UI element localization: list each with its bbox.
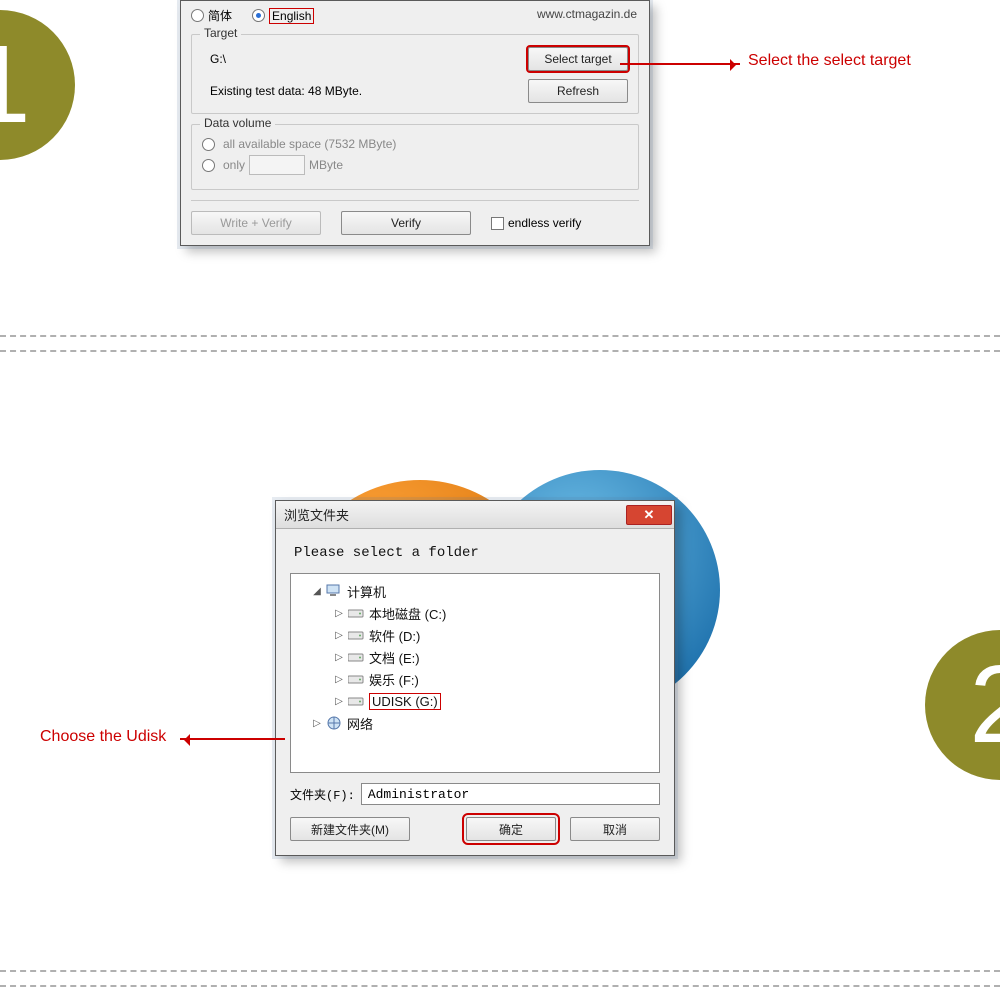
radio-icon: [202, 159, 215, 172]
tree-label: 计算机: [347, 582, 386, 601]
endless-verify-option[interactable]: endless verify: [491, 216, 581, 230]
dashed-separator: [0, 985, 1000, 987]
existing-data-label: Existing test data: 48 MByte.: [202, 84, 362, 98]
dashed-separator: [0, 350, 1000, 352]
step-badge-1: 1: [0, 10, 75, 160]
chevron-right-icon: ▷: [333, 630, 345, 641]
tree-label: 娱乐 (F:): [369, 670, 419, 689]
tree-label: 文档 (E:): [369, 648, 420, 667]
folder-input[interactable]: [361, 783, 660, 805]
folder-label: 文件夹(F):: [290, 786, 355, 803]
browse-folder-dialog: 浏览文件夹 ✕ Please select a folder ◢ 计算机 ▷: [275, 500, 675, 856]
close-button[interactable]: ✕: [626, 505, 672, 525]
new-folder-label: 新建文件夹(M): [311, 821, 389, 838]
folder-tree[interactable]: ◢ 计算机 ▷ 本地磁盘 (C:) ▷: [290, 573, 660, 773]
chevron-right-icon: ▷: [311, 718, 323, 729]
h2testw-window: www.ctmagazin.de 简体 English Target G:\ S…: [180, 0, 650, 246]
lang-english[interactable]: English: [252, 8, 314, 24]
drive-icon: [347, 649, 365, 665]
verify-button[interactable]: Verify: [341, 211, 471, 235]
checkbox-icon: [491, 217, 504, 230]
drive-icon: [347, 671, 365, 687]
select-target-label: Select target: [544, 52, 611, 66]
select-target-button[interactable]: Select target: [528, 47, 628, 71]
chevron-down-icon: ◢: [311, 586, 323, 597]
endless-verify-label: endless verify: [508, 216, 581, 230]
arrow-to-select-target: [620, 63, 740, 65]
refresh-button[interactable]: Refresh: [528, 79, 628, 103]
anno-choose-udisk: Choose the Udisk: [40, 728, 166, 746]
tree-node-drive-c[interactable]: ▷ 本地磁盘 (C:): [295, 602, 655, 624]
drive-icon: [347, 627, 365, 643]
step-number-2: 2: [969, 650, 1000, 760]
divider: [191, 200, 639, 201]
lang-simplified-label: 简体: [208, 7, 232, 24]
volume-legend: Data volume: [200, 116, 275, 130]
computer-icon: [325, 583, 343, 599]
tree-label: 软件 (D:): [369, 626, 420, 645]
ok-button[interactable]: 确定: [466, 817, 556, 841]
verify-label: Verify: [391, 216, 421, 230]
tree-node-drive-e[interactable]: ▷ 文档 (E:): [295, 646, 655, 668]
tree-node-drive-f[interactable]: ▷ 娱乐 (F:): [295, 668, 655, 690]
tree-label: UDISK (G:): [369, 693, 441, 710]
dialog-instruction: Please select a folder: [294, 545, 660, 561]
tree-node-drive-g-udisk[interactable]: ▷ UDISK (G:): [295, 690, 655, 712]
tree-node-computer[interactable]: ◢ 计算机: [295, 580, 655, 602]
tree-node-network[interactable]: ▷ 网络: [295, 712, 655, 734]
target-legend: Target: [200, 26, 241, 40]
new-folder-button[interactable]: 新建文件夹(M): [290, 817, 410, 841]
network-icon: [325, 715, 343, 731]
cancel-label: 取消: [603, 821, 627, 838]
tree-label: 网络: [347, 714, 373, 733]
chevron-right-icon: ▷: [333, 652, 345, 663]
volume-only-input[interactable]: [249, 155, 305, 175]
target-path: G:\: [202, 52, 226, 66]
dialog-buttons: 新建文件夹(M) 确定 取消: [290, 817, 660, 841]
data-volume-group: Data volume all available space (7532 MB…: [191, 124, 639, 190]
drive-icon: [347, 693, 365, 709]
dashed-separator: [0, 335, 1000, 337]
chevron-right-icon: ▷: [333, 674, 345, 685]
folder-name-row: 文件夹(F):: [290, 783, 660, 805]
close-icon: ✕: [644, 507, 655, 523]
lang-english-label: English: [269, 8, 314, 24]
dialog-title: 浏览文件夹: [284, 505, 349, 524]
volume-all-label: all available space (7532 MByte): [223, 137, 396, 151]
volume-unit-label: MByte: [309, 158, 343, 172]
refresh-label: Refresh: [557, 84, 599, 98]
lang-simplified[interactable]: 简体: [191, 7, 232, 24]
chevron-right-icon: ▷: [333, 696, 345, 707]
chevron-right-icon: ▷: [333, 608, 345, 619]
write-verify-button[interactable]: Write + Verify: [191, 211, 321, 235]
step-number-1: 1: [0, 30, 31, 140]
radio-icon: [191, 9, 204, 22]
write-verify-label: Write + Verify: [220, 216, 291, 230]
tree-label: 本地磁盘 (C:): [369, 604, 446, 623]
radio-icon: [252, 9, 265, 22]
ok-label: 确定: [499, 821, 523, 838]
drive-icon: [347, 605, 365, 621]
volume-all-option[interactable]: all available space (7532 MByte): [202, 137, 628, 151]
titlebar: 浏览文件夹 ✕: [276, 501, 674, 529]
volume-only-option[interactable]: only MByte: [202, 155, 628, 175]
anno-select-target: Select the select target: [748, 52, 911, 70]
target-group: Target G:\ Select target Existing test d…: [191, 34, 639, 114]
action-row: Write + Verify Verify endless verify: [191, 211, 639, 235]
tree-node-drive-d[interactable]: ▷ 软件 (D:): [295, 624, 655, 646]
radio-icon: [202, 138, 215, 151]
volume-only-label: only: [223, 158, 245, 172]
step-badge-2: 2: [925, 630, 1000, 780]
cancel-button[interactable]: 取消: [570, 817, 660, 841]
dashed-separator: [0, 970, 1000, 972]
vendor-url: www.ctmagazin.de: [537, 7, 637, 21]
arrow-to-udisk: [180, 738, 285, 740]
